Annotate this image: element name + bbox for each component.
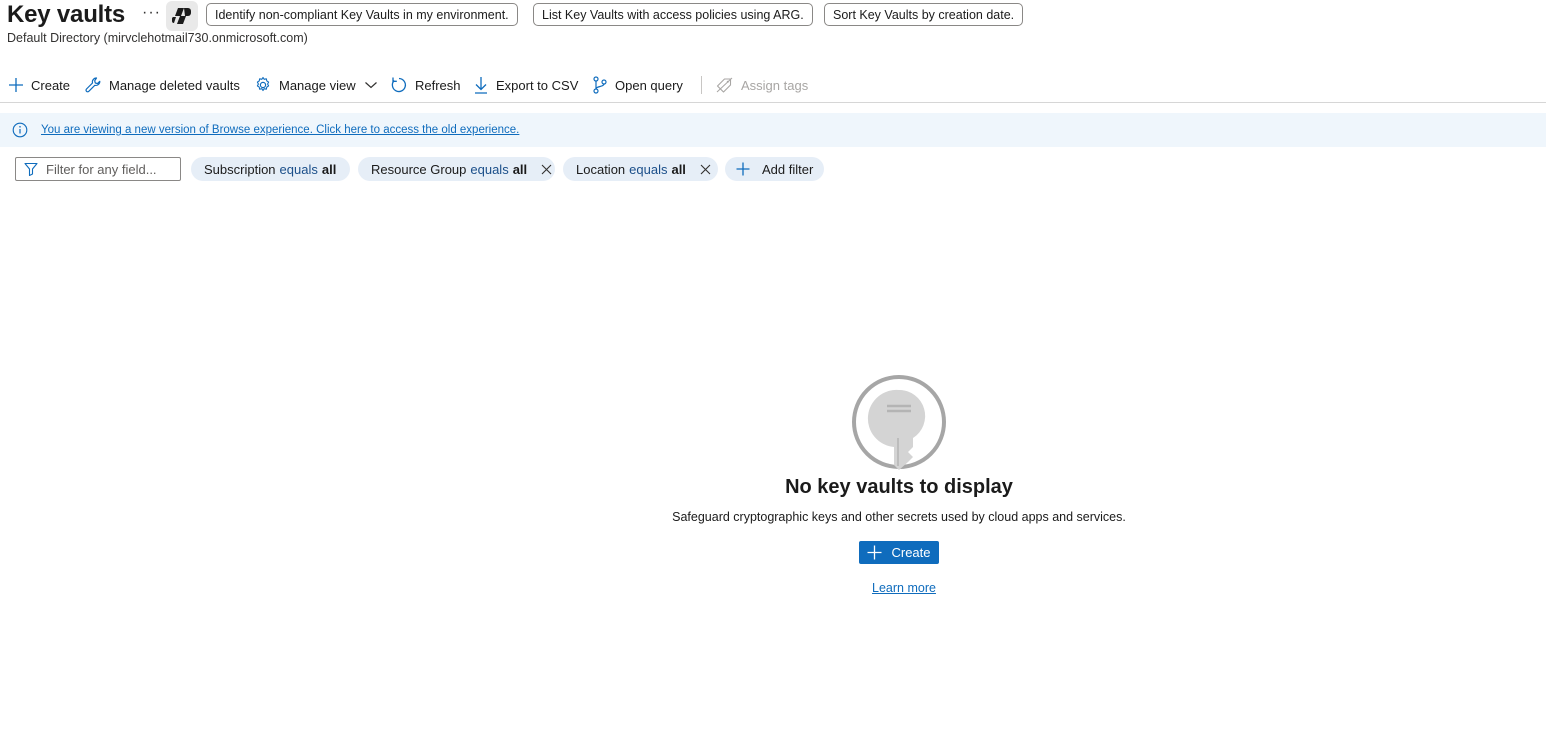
close-icon xyxy=(541,164,551,174)
remove-filter-button[interactable] xyxy=(696,159,716,179)
info-icon xyxy=(12,122,28,138)
tag-icon xyxy=(716,77,733,93)
plus-icon xyxy=(9,78,23,92)
toolbar-divider xyxy=(701,76,702,94)
download-icon xyxy=(475,77,487,94)
learn-more-container: Learn more xyxy=(0,581,1546,595)
empty-state-create-button[interactable]: Create xyxy=(859,541,939,564)
remove-filter-button[interactable] xyxy=(537,159,555,179)
export-csv-label: Export to CSV xyxy=(496,77,579,93)
filter-pill-operator: equals xyxy=(629,161,668,177)
copilot-button[interactable] xyxy=(166,1,198,31)
filter-pill-field: Subscription xyxy=(204,161,276,177)
add-filter-label: Add filter xyxy=(762,161,814,177)
filter-search-box[interactable] xyxy=(15,157,181,181)
refresh-label: Refresh xyxy=(415,77,461,93)
filter-pill-location[interactable]: Location equals all xyxy=(563,157,718,181)
manage-view-dropdown[interactable]: Manage view xyxy=(254,74,378,96)
open-query-label: Open query xyxy=(615,77,683,93)
filter-pill-subscription[interactable]: Subscription equals all xyxy=(191,157,350,181)
suggestion-chip-sort-creation[interactable]: Sort Key Vaults by creation date. xyxy=(824,3,1024,26)
copilot-icon xyxy=(172,8,191,24)
create-label: Create xyxy=(31,77,71,93)
filter-pill-operator: equals xyxy=(470,161,509,177)
open-query-button[interactable]: Open query xyxy=(592,74,683,96)
filter-pill-field: Resource Group xyxy=(371,161,467,177)
filter-pill-operator: equals xyxy=(279,161,318,177)
assign-tags-button[interactable]: Assign tags xyxy=(716,74,808,96)
old-experience-link[interactable]: You are viewing a new version of Browse … xyxy=(41,124,519,136)
create-label: Create xyxy=(891,545,931,560)
page-title: Key vaults xyxy=(7,1,126,28)
filter-pill-field: Location xyxy=(576,161,626,177)
manage-deleted-label: Manage deleted vaults xyxy=(109,77,240,93)
key-icon xyxy=(852,375,946,470)
directory-subtitle: Default Directory (mirvclehotmail730.onm… xyxy=(7,31,308,45)
export-csv-button[interactable]: Export to CSV xyxy=(473,74,578,96)
create-button[interactable]: Create xyxy=(8,74,70,96)
query-branch-icon xyxy=(593,76,607,94)
filter-pill-value: all xyxy=(512,161,528,177)
manage-view-label: Manage view xyxy=(279,77,356,93)
assign-tags-label: Assign tags xyxy=(741,77,809,93)
wrench-icon xyxy=(85,77,101,93)
filter-pill-resource-group[interactable]: Resource Group equals all xyxy=(358,157,555,181)
learn-more-link[interactable]: Learn more xyxy=(872,581,936,595)
plus-icon xyxy=(867,545,882,560)
filter-pill-value: all xyxy=(321,161,337,177)
suggestion-chip-noncompliant[interactable]: Identify non-compliant Key Vaults in my … xyxy=(206,3,518,26)
gear-icon xyxy=(256,76,270,92)
plus-icon xyxy=(736,162,750,176)
filter-pill-value: all xyxy=(671,161,686,177)
more-options-button[interactable]: ··· xyxy=(142,4,161,22)
filter-search-input[interactable] xyxy=(46,161,166,177)
close-icon xyxy=(701,164,711,174)
filter-icon xyxy=(24,162,38,176)
manage-deleted-vaults-button[interactable]: Manage deleted vaults xyxy=(84,74,240,96)
empty-state-description: Safeguard cryptographic keys and other s… xyxy=(672,510,1126,524)
add-filter-button[interactable]: Add filter xyxy=(725,157,824,181)
chevron-down-icon xyxy=(364,82,377,89)
suggestion-chip-access-policies[interactable]: List Key Vaults with access policies usi… xyxy=(533,3,813,26)
empty-state-title: No key vaults to display xyxy=(785,476,1013,498)
refresh-icon xyxy=(391,77,407,93)
refresh-button[interactable]: Refresh xyxy=(390,74,461,96)
